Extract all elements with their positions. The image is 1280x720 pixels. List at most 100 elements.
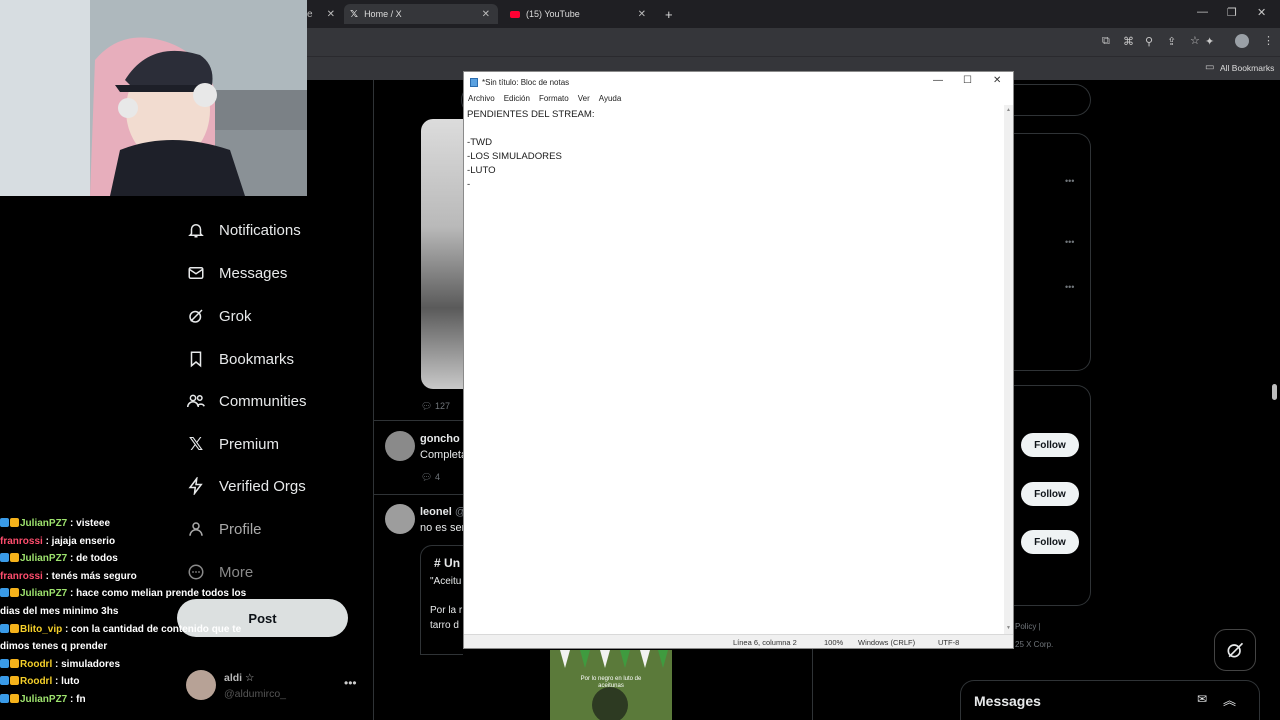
star-icon[interactable]: ☆ — [1190, 34, 1200, 47]
sidebar-item-label: Grok — [219, 307, 252, 325]
video-thumbnail[interactable]: Por lo negro en luto de aceitunas — [550, 650, 672, 720]
menu-ayuda[interactable]: Ayuda — [599, 94, 622, 103]
browser-tab-bar: e ✕ 𝕏 Home / X ✕ (15) YouTube ✕ + — ❐ ✕ — [307, 0, 1280, 28]
close-icon[interactable]: ✕ — [327, 9, 335, 20]
quote-card[interactable]: # Un "Aceitu Por la r tarro d — [420, 545, 463, 655]
chat-badge-icon — [0, 553, 9, 563]
chat-username[interactable]: JulianPZ7 — [20, 553, 67, 564]
page-scrollbar-thumb[interactable] — [1272, 384, 1277, 400]
chat-username[interactable]: JulianPZ7 — [20, 518, 67, 529]
sidebar-item-premium[interactable]: 𝕏 Premium — [186, 429, 279, 459]
menu-archivo[interactable]: Archivo — [468, 94, 495, 103]
post-author-name[interactable]: leonel @ — [420, 506, 466, 518]
sidebar-item-verified-orgs[interactable]: Verified Orgs — [186, 471, 306, 501]
messages-drawer-title: Messages — [974, 692, 1041, 709]
chat-username[interactable]: franrossi — [0, 536, 43, 547]
close-icon[interactable]: ✕ — [993, 75, 1001, 86]
notepad-statusbar: Línea 6, columna 2 100% Windows (CRLF) U… — [464, 634, 1013, 648]
new-tab-button[interactable]: + — [665, 4, 681, 24]
new-message-icon[interactable]: ✉ — [1197, 692, 1207, 706]
scroll-up-icon[interactable]: ▲ — [1006, 107, 1011, 113]
notepad-scrollbar[interactable]: ▲ ▼ — [1004, 105, 1013, 634]
follow-button[interactable]: Follow — [1021, 482, 1079, 506]
sidebar-item-grok[interactable]: Grok — [186, 301, 252, 331]
cast-icon[interactable]: ⧉ — [1102, 35, 1110, 48]
sidebar-item-label: Notifications — [219, 221, 301, 239]
account-menu-icon[interactable]: ••• — [344, 676, 357, 690]
sidebar-item-label: Premium — [219, 435, 280, 453]
stream-chat: JulianPZ7 : visteee franrossi : jajaja en… — [0, 515, 260, 709]
minimize-icon[interactable]: — — [1197, 6, 1208, 18]
grok-floating-button[interactable] — [1214, 629, 1256, 671]
chat-username[interactable]: Roodrl — [20, 659, 52, 670]
chat-badge-icon — [0, 676, 9, 686]
chat-message: Roodrl : simuladores — [0, 656, 260, 674]
notepad-text-area[interactable]: PENDIENTES DEL STREAM: -TWD -LOS SIMULAD… — [464, 105, 1004, 634]
more-icon[interactable]: ••• — [1065, 282, 1074, 292]
post-avatar[interactable] — [385, 431, 415, 461]
post-author-name[interactable]: goncho — [420, 433, 460, 445]
close-window-icon[interactable]: ✕ — [1257, 6, 1266, 19]
sidebar-item-communities[interactable]: Communities — [186, 386, 307, 416]
divider — [373, 420, 463, 421]
chat-badge-icon — [0, 588, 9, 598]
sidebar-item-label: Messages — [219, 264, 288, 282]
footer-copyright: 25 X Corp. — [1015, 640, 1054, 649]
close-icon[interactable]: ✕ — [638, 9, 646, 20]
maximize-icon[interactable]: ❐ — [1227, 6, 1237, 19]
chevron-up-icon[interactable]: ︽ — [1223, 690, 1236, 709]
chat-message: JulianPZ7 : visteee — [0, 515, 260, 533]
notepad-titlebar[interactable]: *Sin título: Bloc de notas — ☐ ✕ — [464, 72, 1013, 92]
menu-edicion[interactable]: Edición — [504, 94, 530, 103]
chat-text: : simuladores — [52, 658, 121, 670]
share-icon[interactable]: ⇪ — [1167, 35, 1176, 48]
status-zoom: 100% — [824, 638, 844, 647]
menu-ver[interactable]: Ver — [578, 94, 590, 103]
reply-count[interactable]: 💬︎ 127 — [421, 401, 450, 412]
chat-text: : de todos — [67, 553, 118, 565]
chat-username[interactable]: JulianPZ7 — [20, 694, 67, 705]
minimize-icon[interactable]: — — [933, 75, 943, 86]
sidebar-item-notifications[interactable]: Notifications — [186, 215, 301, 245]
follow-button[interactable]: Follow — [1021, 530, 1079, 554]
post-avatar[interactable] — [385, 504, 415, 534]
chat-username[interactable]: franrossi — [0, 571, 43, 582]
tab-youtube[interactable]: (15) YouTube ✕ — [504, 4, 654, 24]
folder-icon: ▭ — [1205, 62, 1215, 73]
chat-message: franrossi : tenés más seguro — [0, 568, 260, 586]
scroll-down-icon[interactable]: ▼ — [1006, 625, 1011, 631]
chat-text: : visteee — [67, 518, 111, 529]
post-text: Completa — [420, 449, 468, 461]
chat-username[interactable]: Blito_vip — [20, 624, 62, 635]
messages-drawer[interactable]: Messages ✉ ︽ — [960, 680, 1260, 720]
profile-avatar-icon[interactable] — [1235, 34, 1249, 48]
chat-username[interactable]: Roodrl — [20, 676, 52, 687]
follow-button[interactable]: Follow — [1021, 433, 1079, 457]
chat-username[interactable]: JulianPZ7 — [20, 588, 67, 599]
footer-link[interactable]: Policy | — [1015, 622, 1041, 631]
maximize-icon[interactable]: ☐ — [963, 75, 972, 86]
chat-badge-icon — [0, 693, 9, 703]
extensions-icon[interactable]: ✦ — [1205, 35, 1214, 48]
translate-icon[interactable]: ⌘ — [1123, 35, 1134, 48]
search-bar-edge[interactable] — [1014, 84, 1091, 116]
menu-dots-icon[interactable]: ⋮ — [1263, 34, 1274, 47]
menu-formato[interactable]: Formato — [539, 94, 569, 103]
more-icon[interactable]: ••• — [1065, 237, 1074, 247]
tab-home-x[interactable]: 𝕏 Home / X ✕ — [344, 4, 498, 24]
more-icon[interactable]: ••• — [1065, 176, 1074, 186]
reply-count[interactable]: 💬︎ 4 — [421, 472, 440, 483]
post-text: no es ser — [420, 522, 466, 534]
chat-text: : luto — [52, 676, 80, 688]
sidebar-item-messages[interactable]: Messages — [186, 258, 287, 288]
zoom-icon[interactable]: ⚲ — [1145, 35, 1153, 48]
post-media-image[interactable] — [421, 119, 463, 389]
webcam-overlay — [0, 0, 307, 196]
bell-icon — [186, 220, 206, 240]
status-encoding: UTF-8 — [938, 638, 960, 647]
sidebar-item-bookmarks[interactable]: Bookmarks — [186, 344, 294, 374]
chat-message: franrossi : jajaja enserio — [0, 533, 260, 551]
all-bookmarks-link[interactable]: All Bookmarks — [1220, 63, 1274, 73]
close-icon[interactable]: ✕ — [482, 9, 490, 20]
tab-partial[interactable]: e ✕ — [307, 4, 337, 24]
